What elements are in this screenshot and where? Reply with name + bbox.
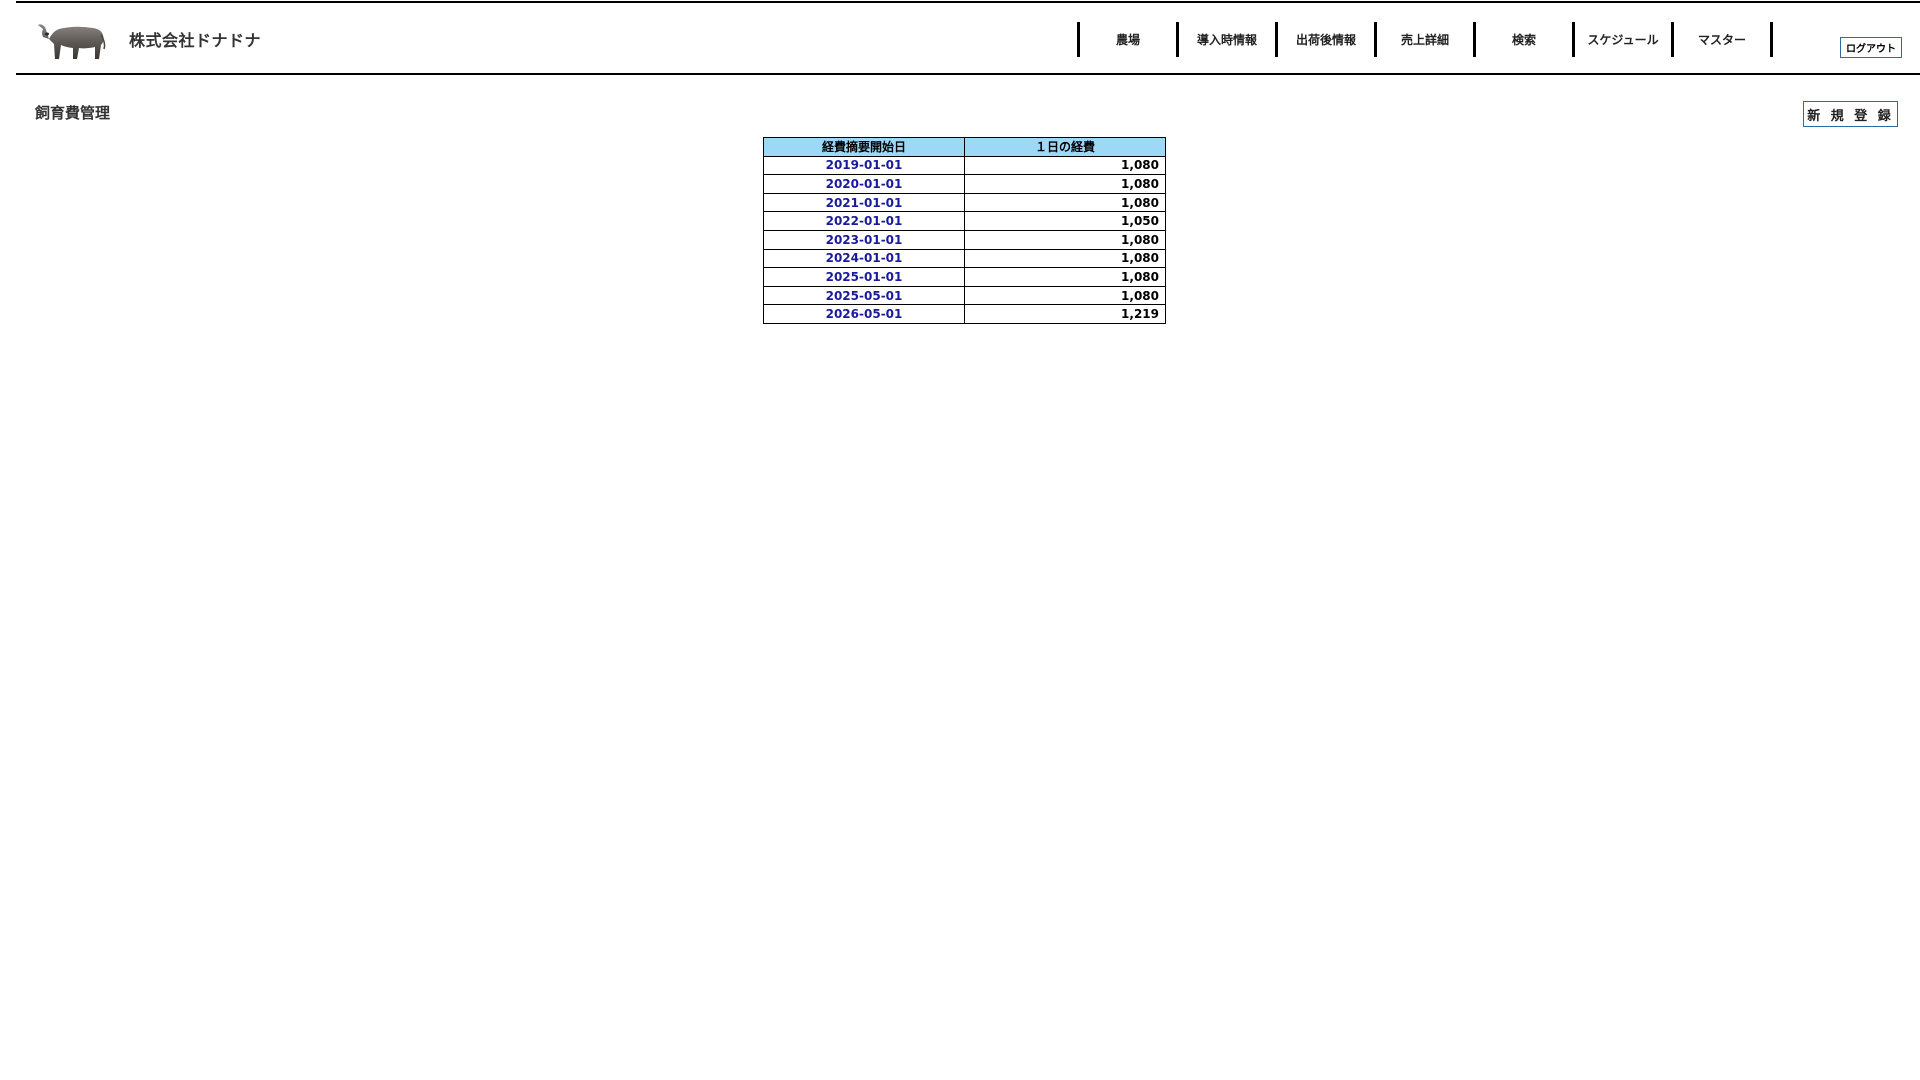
daily-cost-cell: 1,219 [964,304,1166,324]
nav-item-intake-info[interactable]: 導入時情報 [1179,22,1275,57]
daily-cost-cell: 1,080 [964,155,1166,176]
table-header-row: 経費摘要開始日 １日の経費 [763,137,1166,157]
top-header: 株式会社ドナドナ 農場 導入時情報 出荷後情報 売上詳細 検索 スケジュール マ… [16,1,1920,75]
daily-cost-cell: 1,050 [964,211,1166,231]
daily-cost-cell: 1,080 [964,174,1166,194]
nav-item-farm[interactable]: 農場 [1080,22,1176,57]
daily-cost-cell: 1,080 [964,267,1166,287]
table-row: 2025-05-01 1,080 [763,285,1166,306]
start-date-link[interactable]: 2026-05-01 [763,304,965,324]
start-date-link[interactable]: 2021-01-01 [763,192,965,213]
nav-divider [1770,22,1773,57]
start-date-link[interactable]: 2019-01-01 [763,155,965,176]
nav-item-search[interactable]: 検索 [1476,22,1572,57]
start-date-link[interactable]: 2022-01-01 [763,211,965,231]
company-name: 株式会社ドナドナ [129,31,262,50]
main-nav: 農場 導入時情報 出荷後情報 売上詳細 検索 スケジュール マスター [1077,22,1773,57]
table-row: 2024-01-01 1,080 [763,248,1166,269]
nav-item-master[interactable]: マスター [1674,22,1770,57]
column-header-start-date: 経費摘要開始日 [763,137,965,157]
table-row: 2025-01-01 1,080 [763,267,1166,287]
logout-button[interactable]: ログアウト [1840,37,1902,58]
table-row: 2019-01-01 1,080 [763,155,1166,176]
daily-cost-cell: 1,080 [964,192,1166,213]
nav-item-schedule[interactable]: スケジュール [1575,22,1671,57]
table-row: 2020-01-01 1,080 [763,174,1166,194]
cow-logo [35,17,107,63]
nav-item-shipment-info[interactable]: 出荷後情報 [1278,22,1374,57]
table-row: 2026-05-01 1,219 [763,304,1166,324]
daily-cost-cell: 1,080 [964,285,1166,306]
table-row: 2023-01-01 1,080 [763,229,1166,250]
column-header-daily-cost: １日の経費 [964,137,1166,157]
new-register-button[interactable]: 新 規 登 録 [1803,101,1898,127]
start-date-link[interactable]: 2020-01-01 [763,174,965,194]
nav-item-sales-detail[interactable]: 売上詳細 [1377,22,1473,57]
page-title: 飼育費管理 [35,104,111,122]
start-date-link[interactable]: 2023-01-01 [763,229,965,250]
start-date-link[interactable]: 2024-01-01 [763,248,965,269]
start-date-link[interactable]: 2025-05-01 [763,285,965,306]
expense-table: 経費摘要開始日 １日の経費 2019-01-01 1,080 2020-01-0… [763,137,1166,324]
start-date-link[interactable]: 2025-01-01 [763,267,965,287]
table-row: 2021-01-01 1,080 [763,192,1166,213]
daily-cost-cell: 1,080 [964,229,1166,250]
table-row: 2022-01-01 1,050 [763,211,1166,231]
daily-cost-cell: 1,080 [964,248,1166,269]
